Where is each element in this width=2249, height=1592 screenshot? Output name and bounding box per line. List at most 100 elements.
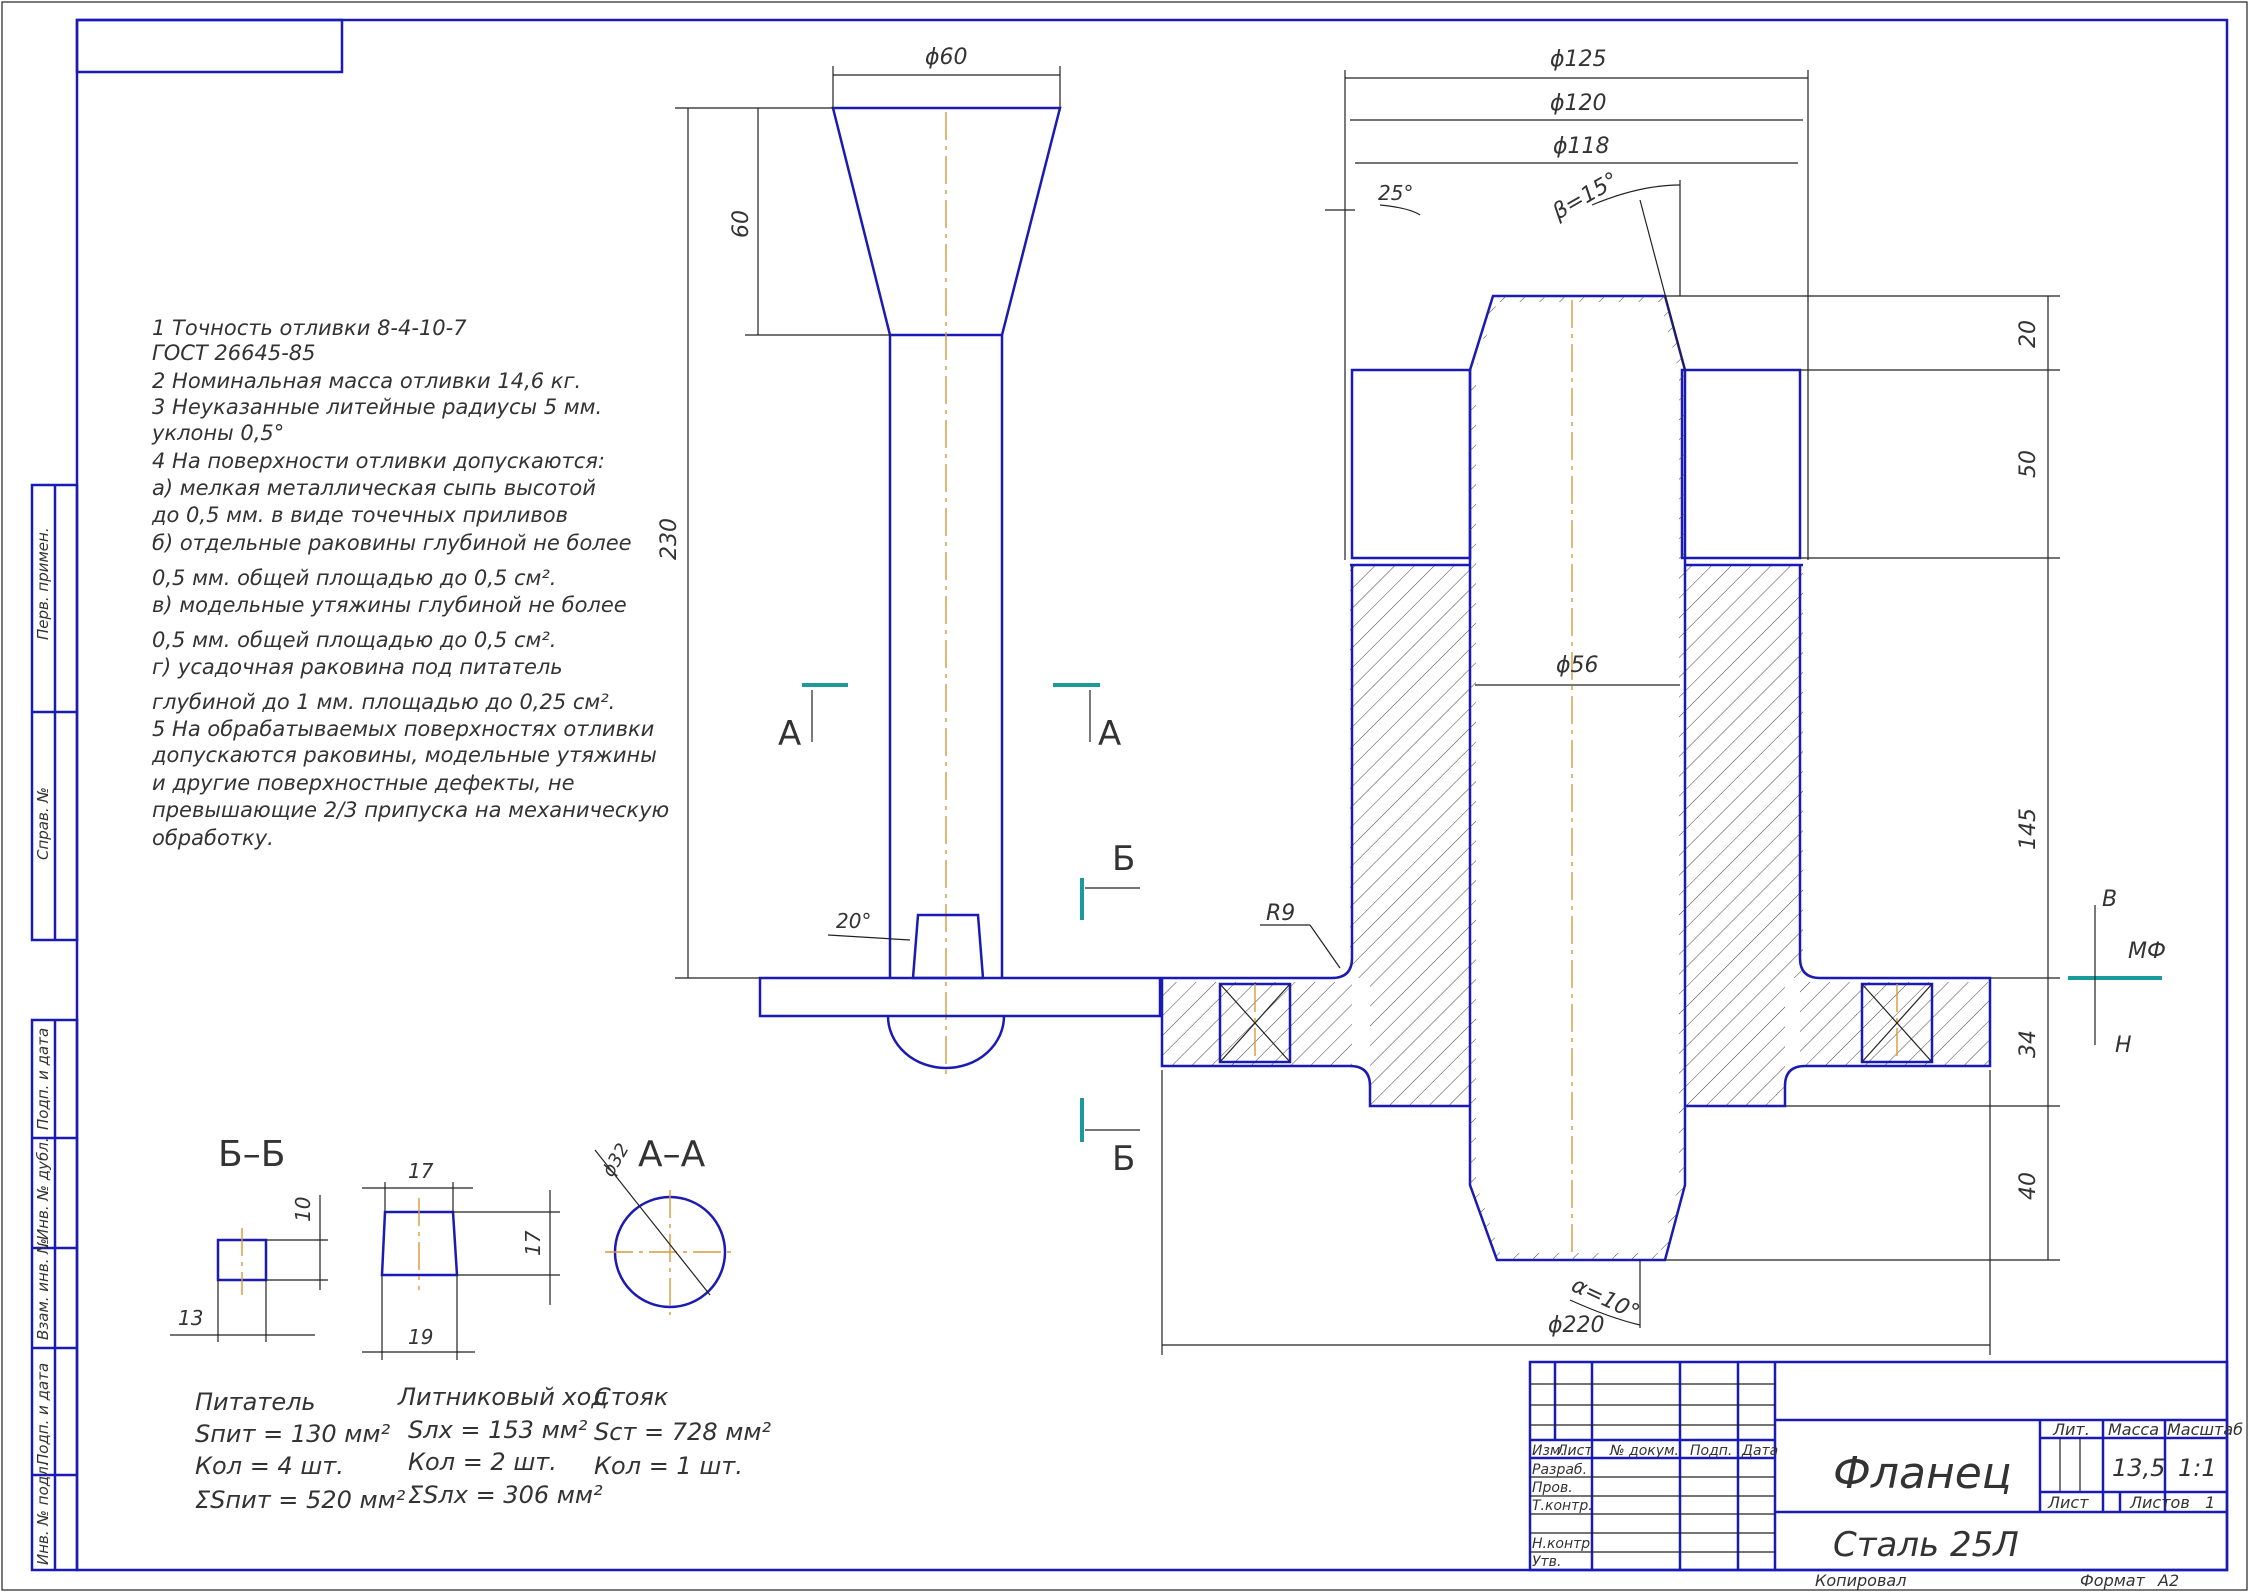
- tb-kopiroval: Копировал: [1815, 1571, 1906, 1590]
- note-line: глубиной до 1 мм. площадью до 0,25 см².: [152, 690, 615, 714]
- side-strip: Перв. примен. Справ. № Подп. и дата Инв.…: [30, 483, 79, 1572]
- feeder-total: ΣSпит = 520 мм²: [195, 1486, 406, 1514]
- note-line: г) усадочная раковина под питатель: [152, 655, 563, 679]
- dim-tr-h: 17: [521, 1230, 545, 1256]
- note-line: 3 Неуказанные литейные радиусы 5 мм.: [152, 395, 602, 419]
- side-label: Перв. примен.: [34, 527, 52, 640]
- runner-total: ΣSлх = 306 мм²: [408, 1481, 603, 1509]
- tb-masshtab: Масштаб: [2167, 1420, 2243, 1439]
- dim-v40: 40: [2016, 1172, 2041, 1200]
- dim-r9: R9: [1266, 901, 1295, 926]
- tb-col: № докум.: [1609, 1443, 1679, 1459]
- gating-summary: Питатель Sпит = 130 мм² Кол = 4 шт. ΣSпи…: [195, 1383, 771, 1514]
- side-label: Подп. и дата: [34, 1028, 52, 1130]
- section-aa-title: А–А: [638, 1134, 706, 1175]
- tb-row: Утв.: [1532, 1554, 1561, 1570]
- note-line: ГОСТ 26645-85: [152, 341, 316, 365]
- dim-d56: ϕ56: [1556, 653, 1599, 678]
- dim-a25: 25°: [1378, 181, 1413, 205]
- tb-col: Лист: [1556, 1443, 1593, 1459]
- tb-col: Дата: [1741, 1443, 1778, 1459]
- tb-row: Разраб.: [1532, 1462, 1587, 1478]
- dim-v34: 34: [2016, 1030, 2041, 1058]
- side-label: Подп. и дата: [34, 1363, 52, 1465]
- dim-v145: 145: [2016, 808, 2041, 850]
- dim-d118: ϕ118: [1553, 134, 1610, 159]
- dim-h230: 230: [657, 518, 682, 560]
- note-line: допускаются раковины, модельные утяжины: [151, 743, 657, 767]
- tb-row: Пров.: [1532, 1480, 1573, 1496]
- dim-a20: 20°: [836, 909, 871, 933]
- note-line: 2 Номинальная масса отливки 14,6 кг.: [152, 369, 581, 393]
- tb-lit: Лит.: [2052, 1420, 2090, 1439]
- tb-format-value: А2: [2157, 1571, 2179, 1590]
- side-label: Справ. №: [34, 787, 52, 860]
- note-line: а) мелкая металлическая сыпь высотой: [152, 476, 596, 500]
- dim-tr-top: 17: [408, 1159, 434, 1183]
- dim-v50: 50: [2016, 450, 2041, 478]
- cut-label-a: А: [778, 714, 801, 754]
- inner-frame: [75, 18, 2229, 1572]
- tb-listov: Листов: [2129, 1493, 2190, 1512]
- technical-notes: 1 Точность отливки 8-4-10-7 ГОСТ 26645-8…: [151, 316, 669, 850]
- note-line: обработку.: [152, 826, 274, 850]
- cut-label-b: Б: [1112, 839, 1135, 879]
- label-v: В: [2102, 887, 2117, 912]
- tb-format: Формат: [2080, 1571, 2146, 1590]
- note-line: превышающие 2/3 припуска на механическую: [152, 798, 669, 822]
- outer-border: [1, 1, 2248, 1591]
- dim-d125: ϕ125: [1550, 47, 1607, 72]
- note-line: 4 На поверхности отливки допускаются:: [152, 449, 605, 473]
- sprue-count: Кол = 1 шт.: [594, 1452, 743, 1480]
- section-views: Б–Б 10 13 17 19 17 А–А ϕ32: [170, 1134, 735, 1360]
- side-label: Инв. № дубл.: [34, 1137, 52, 1240]
- note-line: до 0,5 мм. в виде точечных приливов: [151, 503, 568, 527]
- sprue-view: ϕ60 60 230 20° А А Б Б: [657, 45, 1162, 1179]
- cut-label-b: Б: [1112, 1139, 1135, 1179]
- note-line: уклоны 0,5°: [151, 421, 284, 445]
- note-line: 5 На обрабатываемых поверхностях отливки: [152, 717, 654, 741]
- tb-row: Н.контр.: [1532, 1536, 1595, 1552]
- dim-bb-w: 13: [178, 1306, 203, 1330]
- runner-title: Литниковый ход: [397, 1383, 608, 1411]
- note-line: и другие поверхностные дефекты, не: [152, 771, 575, 795]
- dim-circle-d: ϕ32: [598, 1140, 634, 1181]
- dim-beta: β=15°: [1548, 168, 1623, 226]
- sprue-title: Стояк: [594, 1383, 669, 1411]
- note-line: 1 Точность отливки 8-4-10-7: [152, 316, 467, 340]
- label-mf: МФ: [2128, 939, 2166, 964]
- section-bb-title: Б–Б: [218, 1134, 285, 1175]
- scale-value: 1:1: [2178, 1454, 2217, 1482]
- sprue-area: Sст = 728 мм²: [594, 1418, 771, 1446]
- runner-count: Кол = 2 шт.: [408, 1448, 557, 1476]
- flange-section: ϕ125 ϕ120 ϕ118 25° β=15° ϕ56 R9 ϕ220 α=1…: [1160, 47, 2166, 1355]
- tb-listov-value: 1: [2205, 1493, 2215, 1512]
- tb-massa: Масса: [2108, 1420, 2159, 1439]
- dim-bb-h: 10: [291, 1197, 315, 1222]
- top-left-box: [75, 18, 344, 74]
- dim-v20: 20: [2016, 320, 2041, 348]
- tb-col: Подп.: [1690, 1443, 1732, 1459]
- note-line: 0,5 мм. общей площадью до 0,5 см².: [152, 628, 556, 652]
- part-name: Фланец: [1833, 1448, 2012, 1499]
- note-line: в) модельные утяжины глубиной не более: [152, 593, 627, 617]
- drawing-sheet: Перв. примен. Справ. № Подп. и дата Инв.…: [1, 1, 2248, 1591]
- cut-label-a: А: [1098, 714, 1121, 754]
- side-label: Взам. инв. №: [34, 1238, 52, 1340]
- title-block: Изм. Лист № докум. Подп. Дата Разраб. Пр…: [1528, 1360, 2243, 1590]
- mass-value: 13,5: [2112, 1454, 2165, 1482]
- dim-d60: ϕ60: [925, 45, 968, 70]
- feeder-title: Питатель: [195, 1388, 316, 1416]
- feeder-area: Sпит = 130 мм²: [195, 1420, 391, 1448]
- dim-h60: 60: [729, 210, 754, 238]
- tb-row: Т.контр.: [1532, 1498, 1593, 1514]
- feeder-count: Кол = 4 шт.: [195, 1452, 344, 1480]
- side-label: Инв. № подл.: [34, 1462, 52, 1565]
- runner-area: Sлх = 153 мм²: [408, 1416, 588, 1444]
- note-line: 0,5 мм. общей площадью до 0,5 см².: [152, 566, 556, 590]
- dim-tr-bot: 19: [408, 1325, 433, 1349]
- note-line: б) отдельные раковины глубиной не более: [152, 531, 632, 555]
- tb-list: Лист: [2047, 1493, 2089, 1512]
- dim-d120: ϕ120: [1550, 91, 1607, 116]
- label-n: Н: [2115, 1033, 2132, 1058]
